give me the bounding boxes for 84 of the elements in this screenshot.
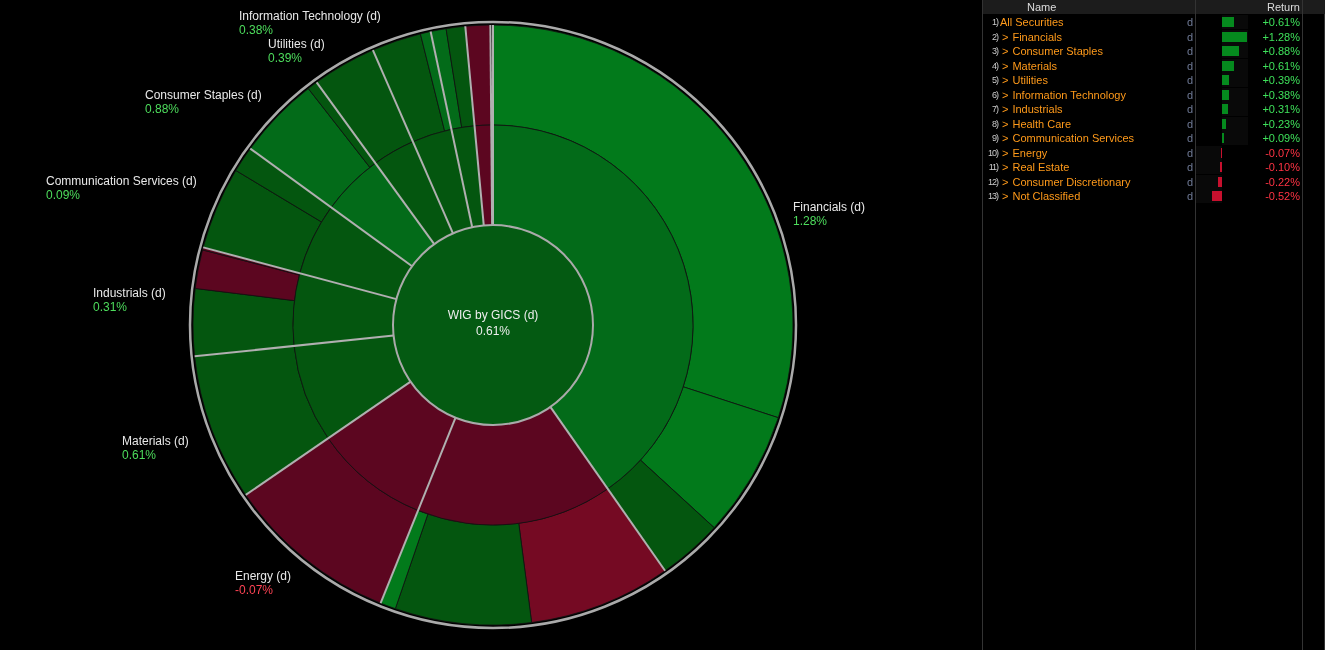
security-name[interactable]: Consumer Staples — [1012, 45, 1187, 58]
row-number: 6) — [991, 89, 998, 100]
period-label: d — [1186, 175, 1193, 188]
return-value: -0.10% — [1264, 161, 1301, 174]
return-value: +0.61% — [1261, 59, 1301, 72]
row-number: 13) — [987, 191, 998, 202]
sector-label: Industrials (d) — [93, 286, 166, 300]
return-value: -0.07% — [1264, 146, 1301, 159]
row-number: 10) — [987, 147, 998, 158]
sector-label: Materials (d) — [122, 434, 189, 448]
sector-label: Information Technology (d) — [239, 9, 381, 23]
expand-arrow[interactable]: > — [1002, 146, 1009, 159]
sector-return: 0.39% — [268, 51, 304, 65]
expand-arrow[interactable]: > — [1002, 30, 1009, 43]
period-label: d — [1186, 132, 1193, 145]
security-name[interactable]: Utilities — [1012, 74, 1187, 87]
return-value: -0.52% — [1264, 190, 1301, 203]
expand-arrow[interactable]: > — [1002, 74, 1009, 87]
chart-total-return: 0.61% — [476, 323, 510, 339]
period-label: d — [1186, 59, 1193, 72]
expand-arrow[interactable]: > — [1002, 103, 1009, 116]
column-header[interactable]: Name — [983, 0, 1196, 14]
sector-return: -0.07% — [235, 583, 275, 597]
security-name[interactable]: Real Estate — [1012, 161, 1187, 174]
return-value: +0.23% — [1261, 117, 1301, 130]
expand-arrow[interactable]: > — [1002, 59, 1009, 72]
return-value: +0.38% — [1261, 88, 1301, 101]
sector-return: 0.31% — [93, 300, 129, 314]
return-value: +1.28% — [1261, 30, 1301, 43]
security-name[interactable]: All Securities — [1000, 16, 1187, 29]
security-name[interactable]: Consumer Discretionary — [1012, 175, 1187, 188]
period-label: d — [1186, 88, 1193, 101]
chart-title: WIG by GICS (d) — [447, 307, 539, 323]
security-name[interactable]: Financials — [1012, 30, 1187, 43]
sector-label: Communication Services (d) — [46, 174, 197, 188]
sector-label: Energy (d) — [235, 569, 292, 583]
row-number: 12) — [987, 176, 998, 187]
period-label: d — [1186, 103, 1193, 116]
expand-arrow[interactable]: > — [1002, 45, 1009, 58]
return-value: +0.61% — [1261, 16, 1301, 29]
period-label: d — [1186, 30, 1193, 43]
row-number: 7) — [991, 104, 998, 115]
security-name[interactable]: Energy — [1012, 146, 1187, 159]
row-number: 2) — [991, 31, 998, 42]
security-name[interactable]: Health Care — [1012, 117, 1187, 130]
sector-return: 0.88% — [145, 102, 181, 116]
return-value: -0.22% — [1264, 175, 1301, 188]
row-number: 5) — [991, 75, 998, 86]
row-number: 1) — [991, 17, 998, 28]
period-label: d — [1186, 74, 1193, 87]
sector-return: 0.61% — [122, 448, 158, 462]
row-number: 4) — [991, 60, 998, 71]
period-label: d — [1186, 146, 1193, 159]
return-value: +0.31% — [1261, 103, 1301, 116]
expand-arrow[interactable]: > — [1002, 175, 1009, 188]
return-value: +0.39% — [1261, 74, 1301, 87]
period-label: d — [1186, 190, 1193, 203]
column-header[interactable]: Return — [1196, 0, 1303, 14]
security-name[interactable]: Industrials — [1012, 103, 1187, 116]
sector-label: Financials (d) — [793, 200, 866, 214]
sector-return: 0.38% — [239, 23, 275, 37]
sector-return: 1.28% — [793, 214, 829, 228]
row-number: 9) — [991, 133, 998, 144]
expand-arrow[interactable]: > — [1002, 88, 1009, 101]
expand-arrow[interactable]: > — [1002, 117, 1009, 130]
expand-arrow[interactable]: > — [1002, 190, 1009, 203]
expand-arrow[interactable]: > — [1002, 161, 1009, 174]
sector-return: 0.09% — [46, 188, 82, 202]
expand-arrow[interactable]: > — [1002, 132, 1009, 145]
period-label: d — [1186, 117, 1193, 130]
row-number: 8) — [991, 118, 998, 129]
security-name[interactable]: Information Technology — [1012, 88, 1187, 101]
return-value: +0.88% — [1261, 45, 1301, 58]
period-label: d — [1186, 161, 1193, 174]
period-label: d — [1186, 16, 1193, 29]
row-number: 11) — [987, 162, 998, 173]
return-value: +0.09% — [1261, 132, 1301, 145]
sector-label: Consumer Staples (d) — [145, 88, 262, 102]
row-number: 3) — [991, 46, 998, 57]
security-name[interactable]: Communication Services — [1012, 132, 1187, 145]
security-name[interactable]: Materials — [1012, 59, 1187, 72]
sector-label: Utilities (d) — [268, 37, 325, 51]
security-name[interactable]: Not Classified — [1012, 190, 1187, 203]
period-label: d — [1186, 45, 1193, 58]
